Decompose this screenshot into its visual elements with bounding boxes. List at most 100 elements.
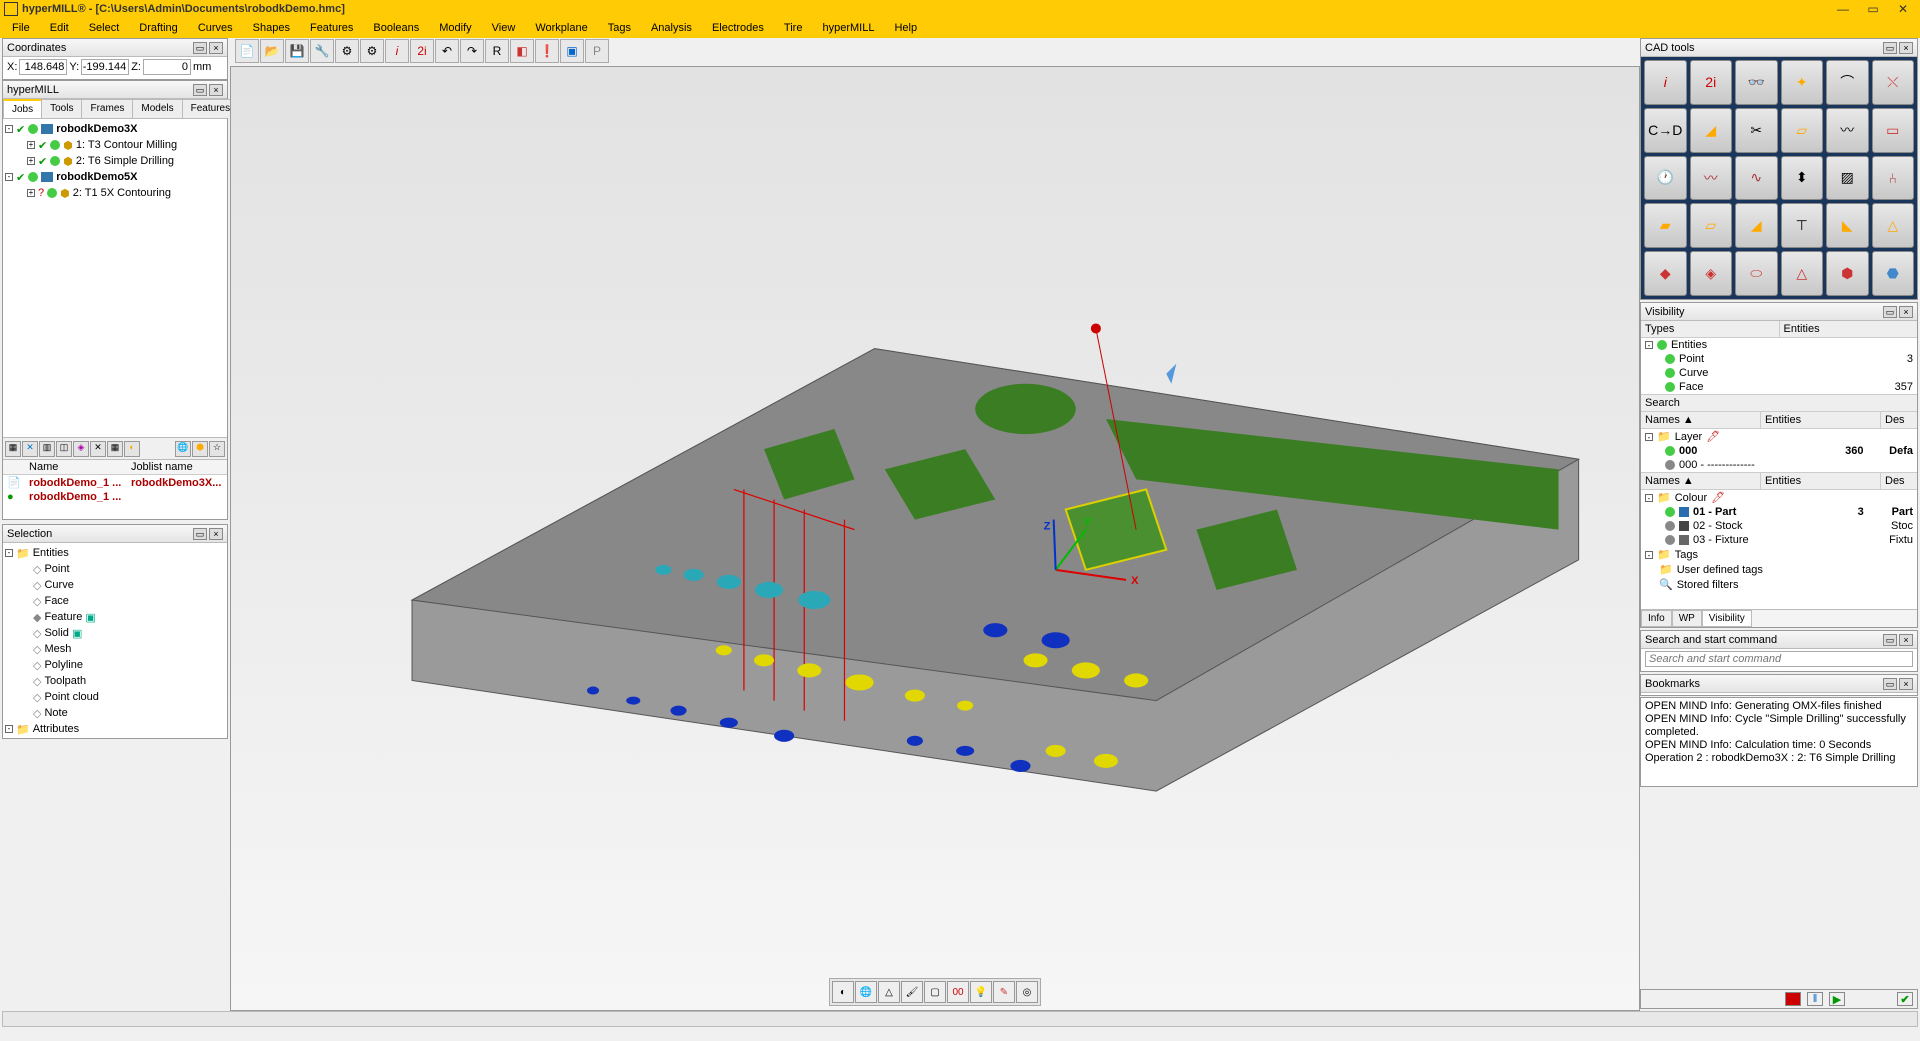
- cad-spline-icon[interactable]: ∿: [1735, 156, 1778, 201]
- menu-hypermill[interactable]: hyperMILL: [812, 20, 884, 36]
- tool-tool-icon[interactable]: 🔧: [310, 39, 334, 63]
- cad-clock-icon[interactable]: 🕐: [1644, 156, 1687, 201]
- tool-box-icon[interactable]: ▣: [560, 39, 584, 63]
- sel-type[interactable]: ◇Face: [5, 593, 225, 609]
- vis-search-hdr[interactable]: Search: [1641, 394, 1917, 412]
- hm-btn-3[interactable]: ▥: [39, 441, 55, 457]
- cad-plane-icon[interactable]: ◢: [1690, 108, 1733, 153]
- sel-type[interactable]: ◇Point cloud: [5, 689, 225, 705]
- vp-light-icon[interactable]: 💡: [970, 981, 992, 1003]
- tool-info2-icon[interactable]: 2i: [410, 39, 434, 63]
- menu-select[interactable]: Select: [79, 20, 130, 36]
- tool-gear2-icon[interactable]: ⚙: [360, 39, 384, 63]
- menu-shapes[interactable]: Shapes: [243, 20, 300, 36]
- tool-save-icon[interactable]: 💾: [285, 39, 309, 63]
- tool-new-icon[interactable]: 📄: [235, 39, 259, 63]
- job-node[interactable]: +✔⬢1: T3 Contour Milling: [5, 137, 225, 153]
- menu-drafting[interactable]: Drafting: [129, 20, 188, 36]
- col-des[interactable]: Des: [1881, 412, 1917, 428]
- menu-tags[interactable]: Tags: [598, 20, 641, 36]
- panel-close-icon[interactable]: ×: [209, 42, 223, 54]
- cad-surf-icon[interactable]: ▱: [1781, 108, 1824, 153]
- cad-cone-icon[interactable]: △: [1781, 251, 1824, 296]
- panel-undock-icon[interactable]: ▭: [1883, 634, 1897, 646]
- cad-red2-icon[interactable]: ◈: [1690, 251, 1733, 296]
- vis-row[interactable]: 000 - -------------: [1641, 458, 1917, 472]
- vis-row[interactable]: Point3: [1641, 352, 1917, 366]
- col-names[interactable]: Names ▲: [1641, 412, 1761, 428]
- vp-shade-icon[interactable]: ◐: [832, 981, 854, 1003]
- menu-analysis[interactable]: Analysis: [641, 20, 702, 36]
- vis-row[interactable]: 03 - FixtureFixtu: [1641, 533, 1917, 547]
- hm-btn-11[interactable]: ☆: [209, 441, 225, 457]
- jobs-tree[interactable]: -✔robodkDemo3X +✔⬢1: T3 Contour Milling …: [3, 119, 227, 437]
- entities-node[interactable]: -📁Entities: [5, 545, 225, 561]
- panel-close-icon[interactable]: ×: [209, 528, 223, 540]
- cad-hatch-icon[interactable]: ▨: [1826, 156, 1869, 201]
- hypermill-joblist[interactable]: NameJoblist name 📄robodkDemo_1 ...robodk…: [3, 459, 227, 519]
- hm-btn-5[interactable]: ◈: [73, 441, 89, 457]
- cad-curve-icon[interactable]: 〰: [1826, 108, 1869, 153]
- vis-row[interactable]: 000360Defa: [1641, 444, 1917, 458]
- job-node[interactable]: -✔robodkDemo5X: [5, 169, 225, 185]
- hm-btn-8[interactable]: ◐: [124, 441, 140, 457]
- tool-undo-icon[interactable]: ↶: [435, 39, 459, 63]
- vis-row[interactable]: Face357: [1641, 380, 1917, 394]
- hm-btn-10[interactable]: ⬢: [192, 441, 208, 457]
- vp-target-icon[interactable]: ◎: [1016, 981, 1038, 1003]
- minimize-button[interactable]: —: [1830, 1, 1856, 17]
- tool-repeat-icon[interactable]: R: [485, 39, 509, 63]
- search-command-input[interactable]: [1645, 651, 1913, 667]
- hm-btn-4[interactable]: ◫: [56, 441, 72, 457]
- vp-box-icon[interactable]: ▢: [924, 981, 946, 1003]
- tool-redo-icon[interactable]: ↷: [460, 39, 484, 63]
- cad-trim-icon[interactable]: ✂: [1735, 108, 1778, 153]
- tool-open-icon[interactable]: 📂: [260, 39, 284, 63]
- coord-z-input[interactable]: [143, 59, 191, 75]
- tool-cube-icon[interactable]: ◧: [510, 39, 534, 63]
- cad-cyl-icon[interactable]: ⬭: [1735, 251, 1778, 296]
- cad-cd-icon[interactable]: C→D: [1644, 108, 1687, 153]
- cad-wave-icon[interactable]: 〰: [1690, 156, 1733, 201]
- sel-type[interactable]: ◆Feature▣: [5, 609, 225, 625]
- vp-brush-icon[interactable]: 🖌: [901, 981, 923, 1003]
- menu-view[interactable]: View: [482, 20, 526, 36]
- attributes-node[interactable]: -📁Attributes: [5, 721, 225, 737]
- panel-undock-icon[interactable]: ▭: [193, 528, 207, 540]
- coord-y-input[interactable]: [81, 59, 129, 75]
- ok-button[interactable]: ✔: [1897, 992, 1913, 1006]
- tool-park-icon[interactable]: P: [585, 39, 609, 63]
- job-node[interactable]: +?⬢2: T1 5X Contouring: [5, 185, 225, 201]
- cad-info-icon[interactable]: i: [1644, 60, 1687, 105]
- menu-modify[interactable]: Modify: [429, 20, 481, 36]
- vp-num-icon[interactable]: 00: [947, 981, 969, 1003]
- vis-tags-node[interactable]: -📁Tags: [1641, 547, 1917, 562]
- vis-colour-node[interactable]: -📁Colour🖊: [1641, 490, 1917, 505]
- vis-layer-node[interactable]: -📁Layer🖊: [1641, 429, 1917, 444]
- vis-row[interactable]: 02 - StockStoc: [1641, 519, 1917, 533]
- col-entities[interactable]: Entities: [1780, 321, 1918, 337]
- sel-type[interactable]: ◇Solid▣: [5, 625, 225, 641]
- vp-pen-icon[interactable]: ✎: [993, 981, 1015, 1003]
- menu-tire[interactable]: Tire: [774, 20, 813, 36]
- col-entities3[interactable]: Entities: [1761, 473, 1881, 489]
- stop-button[interactable]: [1785, 992, 1801, 1006]
- coord-x-input[interactable]: [19, 59, 67, 75]
- hm-btn-1[interactable]: ▦: [5, 441, 21, 457]
- cad-glasses-icon[interactable]: 👓: [1735, 60, 1778, 105]
- menu-curves[interactable]: Curves: [188, 20, 243, 36]
- col-types[interactable]: Types: [1641, 321, 1780, 337]
- cad-arc-icon[interactable]: ⌒: [1826, 60, 1869, 105]
- status-scrollbar[interactable]: [2, 1011, 1918, 1027]
- hm-btn-6[interactable]: ✕: [90, 441, 106, 457]
- menu-edit[interactable]: Edit: [40, 20, 79, 36]
- cad-cube-icon[interactable]: ⬣: [1872, 251, 1915, 296]
- tool-warn-icon[interactable]: ❗: [535, 39, 559, 63]
- vis-usertags[interactable]: 📁User defined tags: [1641, 562, 1917, 577]
- maximize-button[interactable]: ▭: [1860, 1, 1886, 17]
- menu-workplane[interactable]: Workplane: [525, 20, 597, 36]
- vp-globe-icon[interactable]: 🌐: [855, 981, 877, 1003]
- col-entities2[interactable]: Entities: [1761, 412, 1881, 428]
- tab-tools[interactable]: Tools: [41, 99, 82, 118]
- play-button[interactable]: ▶: [1829, 992, 1845, 1006]
